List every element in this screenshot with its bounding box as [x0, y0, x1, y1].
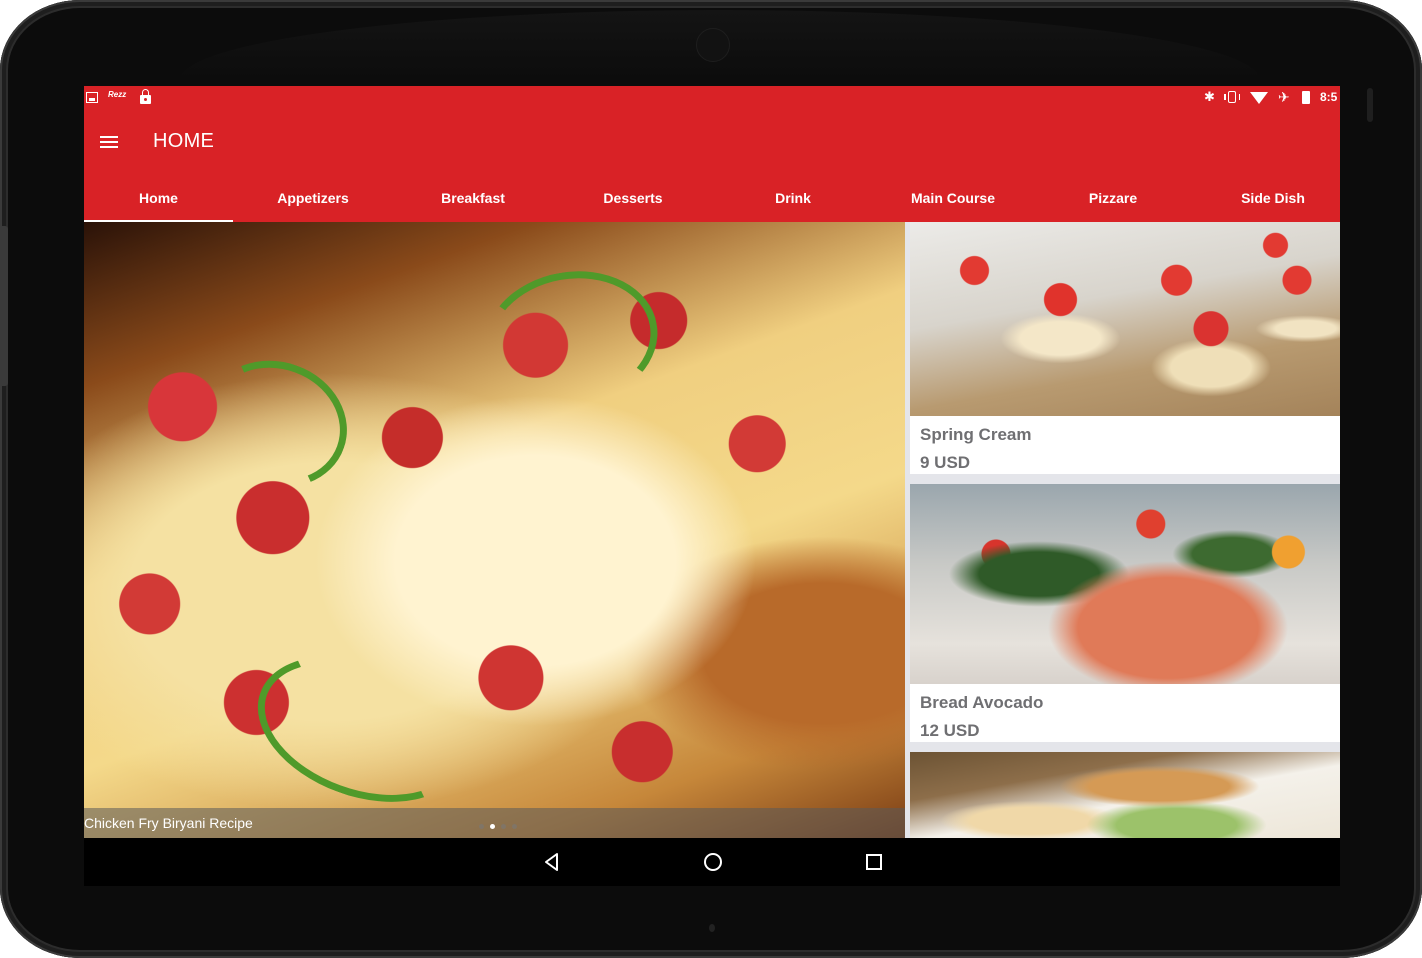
- pizza-topping: [473, 257, 669, 421]
- recent-apps-icon[interactable]: [862, 850, 886, 874]
- hardware-button: [0, 226, 8, 386]
- vibrate-icon: [1224, 91, 1240, 103]
- system-navigation-bar: [84, 838, 1340, 886]
- tab-appetizers[interactable]: Appetizers: [233, 174, 393, 222]
- speaker-slot: [1367, 88, 1373, 122]
- tab-desserts[interactable]: Desserts: [553, 174, 713, 222]
- app-toolbar: HOME: [84, 110, 1340, 174]
- menu-card[interactable]: Bread Avocado 12 USD: [910, 484, 1340, 742]
- slide-caption: Chicken Fry Biryani Recipe: [84, 815, 253, 831]
- status-time: 8:5: [1320, 90, 1338, 104]
- tab-home[interactable]: Home: [84, 174, 233, 222]
- hamburger-menu-icon[interactable]: [98, 134, 120, 150]
- menu-card[interactable]: Spring Cream 9 USD: [910, 222, 1340, 474]
- card-title: Bread Avocado: [920, 693, 1044, 712]
- card-title: Spring Cream: [920, 425, 1032, 444]
- signal-icon: [1250, 92, 1268, 104]
- menu-cards: Spring Cream 9 USD Bread Avocado 12 USD: [910, 222, 1340, 838]
- app-screen: Rezz ✱ ✈ 8:5 HOME Home Appetizers Breakf…: [84, 86, 1340, 838]
- battery-icon: [1302, 90, 1310, 104]
- tab-main-course[interactable]: Main Course: [873, 174, 1033, 222]
- pager-dot-active[interactable]: [490, 824, 495, 829]
- featured-slider[interactable]: Chicken Fry Biryani Recipe: [84, 222, 905, 838]
- tab-breakfast[interactable]: Breakfast: [393, 174, 553, 222]
- front-camera: [696, 28, 730, 62]
- slide-caption-bar: Chicken Fry Biryani Recipe: [84, 808, 905, 838]
- tab-drink[interactable]: Drink: [713, 174, 873, 222]
- home-icon[interactable]: [701, 850, 725, 874]
- menu-card[interactable]: [910, 752, 1340, 838]
- card-image: [910, 752, 1340, 838]
- lock-icon: [140, 89, 151, 104]
- card-image: [910, 484, 1340, 684]
- pager-dot[interactable]: [479, 824, 484, 829]
- card-price: 12 USD: [920, 721, 980, 740]
- wifi-brand-icon: Rezz: [108, 90, 127, 99]
- status-bar: Rezz ✱ ✈ 8:5: [84, 86, 1340, 110]
- tab-side-dish[interactable]: Side Dish: [1193, 174, 1340, 222]
- pager-dots: [479, 824, 517, 829]
- pizza-topping: [237, 629, 485, 829]
- bluetooth-icon: ✱: [1204, 89, 1215, 104]
- back-icon[interactable]: [540, 850, 564, 874]
- card-price: 9 USD: [920, 453, 971, 472]
- card-image: [910, 222, 1340, 416]
- microphone: [709, 924, 715, 932]
- category-tabs: Home Appetizers Breakfast Desserts Drink…: [84, 174, 1340, 222]
- airplane-mode-icon: ✈: [1278, 89, 1290, 105]
- tab-pizzare[interactable]: Pizzare: [1033, 174, 1193, 222]
- gallery-icon: [86, 91, 98, 103]
- pager-dot[interactable]: [512, 824, 517, 829]
- pager-dot[interactable]: [501, 824, 506, 829]
- pizza-topping: [187, 341, 365, 507]
- page-title: HOME: [153, 130, 215, 152]
